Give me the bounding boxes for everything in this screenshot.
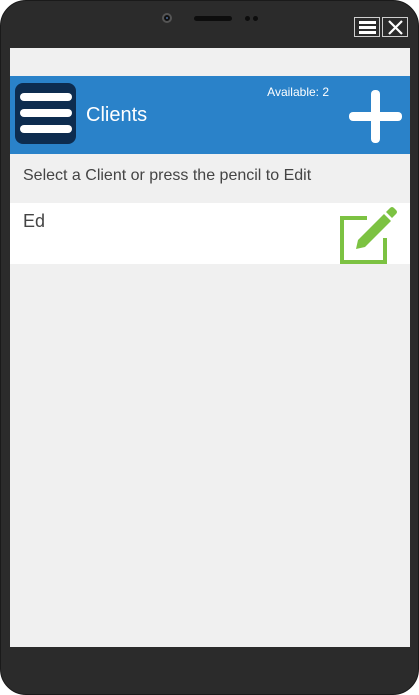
device-frame: Clients Available: 2 Select a Client or … <box>0 0 419 695</box>
window-menu-button[interactable] <box>354 17 380 37</box>
camera-icon <box>162 13 172 23</box>
sensor-dot <box>245 16 250 21</box>
available-count: Available: 2 <box>267 85 329 99</box>
app-header: Clients Available: 2 <box>10 76 410 154</box>
menu-button[interactable] <box>15 83 76 144</box>
close-icon <box>388 20 403 35</box>
sensor-dot <box>253 16 258 21</box>
instructions-text: Select a Client or press the pencil to E… <box>23 167 312 184</box>
window-menu-icon <box>359 21 376 24</box>
window-close-button[interactable] <box>382 17 408 37</box>
app-screen: Clients Available: 2 Select a Client or … <box>10 48 410 647</box>
client-name: Ed <box>23 211 46 231</box>
page-title: Clients <box>86 104 148 126</box>
client-row[interactable]: Ed <box>10 203 410 264</box>
hamburger-icon <box>20 93 72 101</box>
pencil-edit-icon <box>340 207 397 264</box>
add-client-button[interactable] <box>349 90 402 143</box>
speaker-grille <box>194 16 232 21</box>
edit-client-button[interactable] <box>339 206 399 264</box>
